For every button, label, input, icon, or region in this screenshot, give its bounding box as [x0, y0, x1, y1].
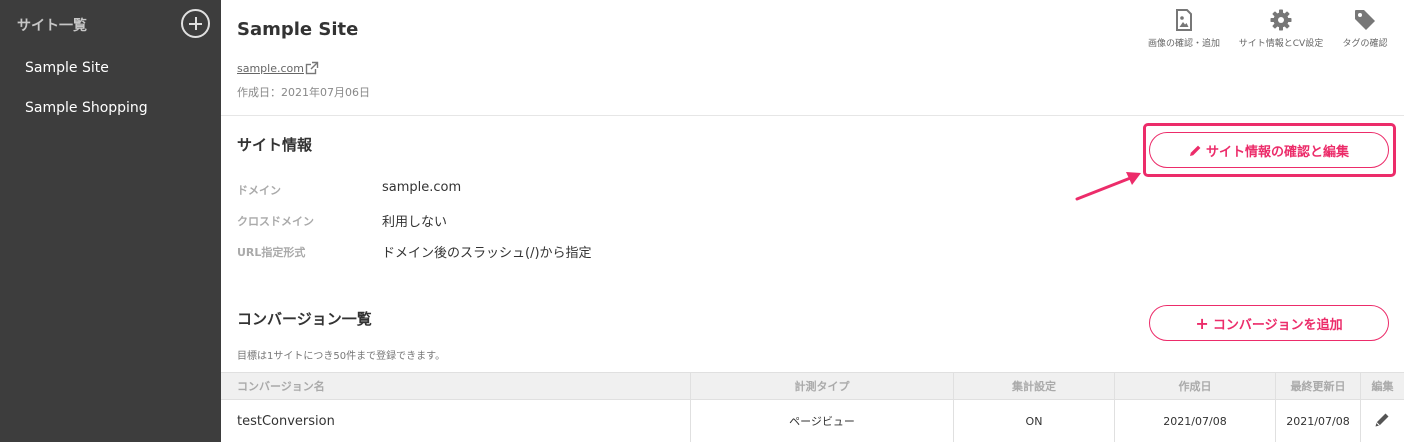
settings-tool-label: サイト情報とCV設定 — [1238, 39, 1324, 49]
add-site-icon[interactable] — [181, 9, 210, 38]
edit-site-info-button[interactable]: サイト情報の確認と編集 — [1149, 132, 1389, 168]
column-header-aggregate: 集計設定 — [1012, 380, 1056, 393]
conversions-note: 目標は1サイトにつき50件まで登録できます。 — [237, 351, 446, 362]
site-info-title: サイト情報 — [237, 136, 313, 154]
column-header-edit: 編集 — [1371, 380, 1394, 393]
edit-site-info-label: サイト情報の確認と編集 — [1205, 144, 1349, 160]
edit-pencil-icon[interactable] — [1374, 412, 1390, 428]
tag-icon — [1355, 10, 1375, 30]
info-label-url-format: URL指定形式 — [237, 246, 306, 259]
cell-type: ページビュー — [789, 415, 855, 428]
info-label-domain: ドメイン — [237, 184, 281, 197]
info-value-url-format: ドメイン後のスラッシュ(/)から指定 — [382, 246, 592, 261]
column-header-name: コンバージョン名 — [237, 380, 325, 393]
settings-tool-button[interactable]: サイト情報とCV設定 — [1233, 9, 1329, 49]
column-header-updated: 最終更新日 — [1290, 380, 1346, 393]
cell-updated: 2021/07/08 — [1286, 415, 1350, 428]
annotation-arrow-icon — [1075, 172, 1141, 201]
info-value-cross-domain: 利用しない — [382, 215, 448, 230]
info-value-domain: sample.com — [382, 180, 462, 195]
site-url-link[interactable]: sample.com — [237, 62, 304, 75]
main-content: Sample Site sample.com 作成日：2021年07月06日 画… — [221, 0, 1404, 442]
section-divider — [221, 115, 1404, 116]
cell-aggregate: ON — [1025, 415, 1043, 428]
page-title: Sample Site — [237, 19, 359, 40]
gear-icon — [1270, 9, 1292, 31]
images-tool-label: 画像の確認・追加 — [1147, 39, 1220, 49]
sidebar: サイト一覧 Sample Site Sample Shopping — [0, 0, 221, 442]
created-date: 作成日：2021年07月06日 — [237, 86, 370, 99]
sidebar-item-sample-shopping[interactable]: Sample Shopping — [25, 100, 148, 116]
column-header-created: 作成日 — [1178, 380, 1212, 393]
add-conversion-button[interactable]: + コンバージョンを追加 — [1149, 305, 1389, 341]
external-link-icon[interactable] — [305, 61, 319, 75]
image-file-icon — [1176, 9, 1192, 31]
plus-icon: + — [1195, 313, 1209, 333]
sidebar-item-sample-site[interactable]: Sample Site — [25, 60, 109, 76]
table-header: コンバージョン名 計測タイプ 集計設定 作成日 最終更新日 編集 — [221, 372, 1404, 400]
cell-name[interactable]: testConversion — [237, 401, 335, 442]
column-divider — [1360, 372, 1361, 442]
pencil-icon — [1189, 145, 1201, 156]
tags-tool-label: タグの確認 — [1342, 39, 1388, 49]
tags-tool-button[interactable]: タグの確認 — [1337, 9, 1393, 49]
images-tool-button[interactable]: 画像の確認・追加 — [1142, 9, 1226, 49]
conversions-title: コンバージョン一覧 — [237, 310, 372, 328]
sidebar-title: サイト一覧 — [17, 18, 87, 34]
add-conversion-label: コンバージョンを追加 — [1212, 317, 1343, 333]
cell-created: 2021/07/08 — [1163, 415, 1227, 428]
info-label-cross-domain: クロスドメイン — [237, 215, 314, 228]
column-header-type: 計測タイプ — [794, 380, 850, 393]
sidebar-header: サイト一覧 — [0, 0, 221, 50]
